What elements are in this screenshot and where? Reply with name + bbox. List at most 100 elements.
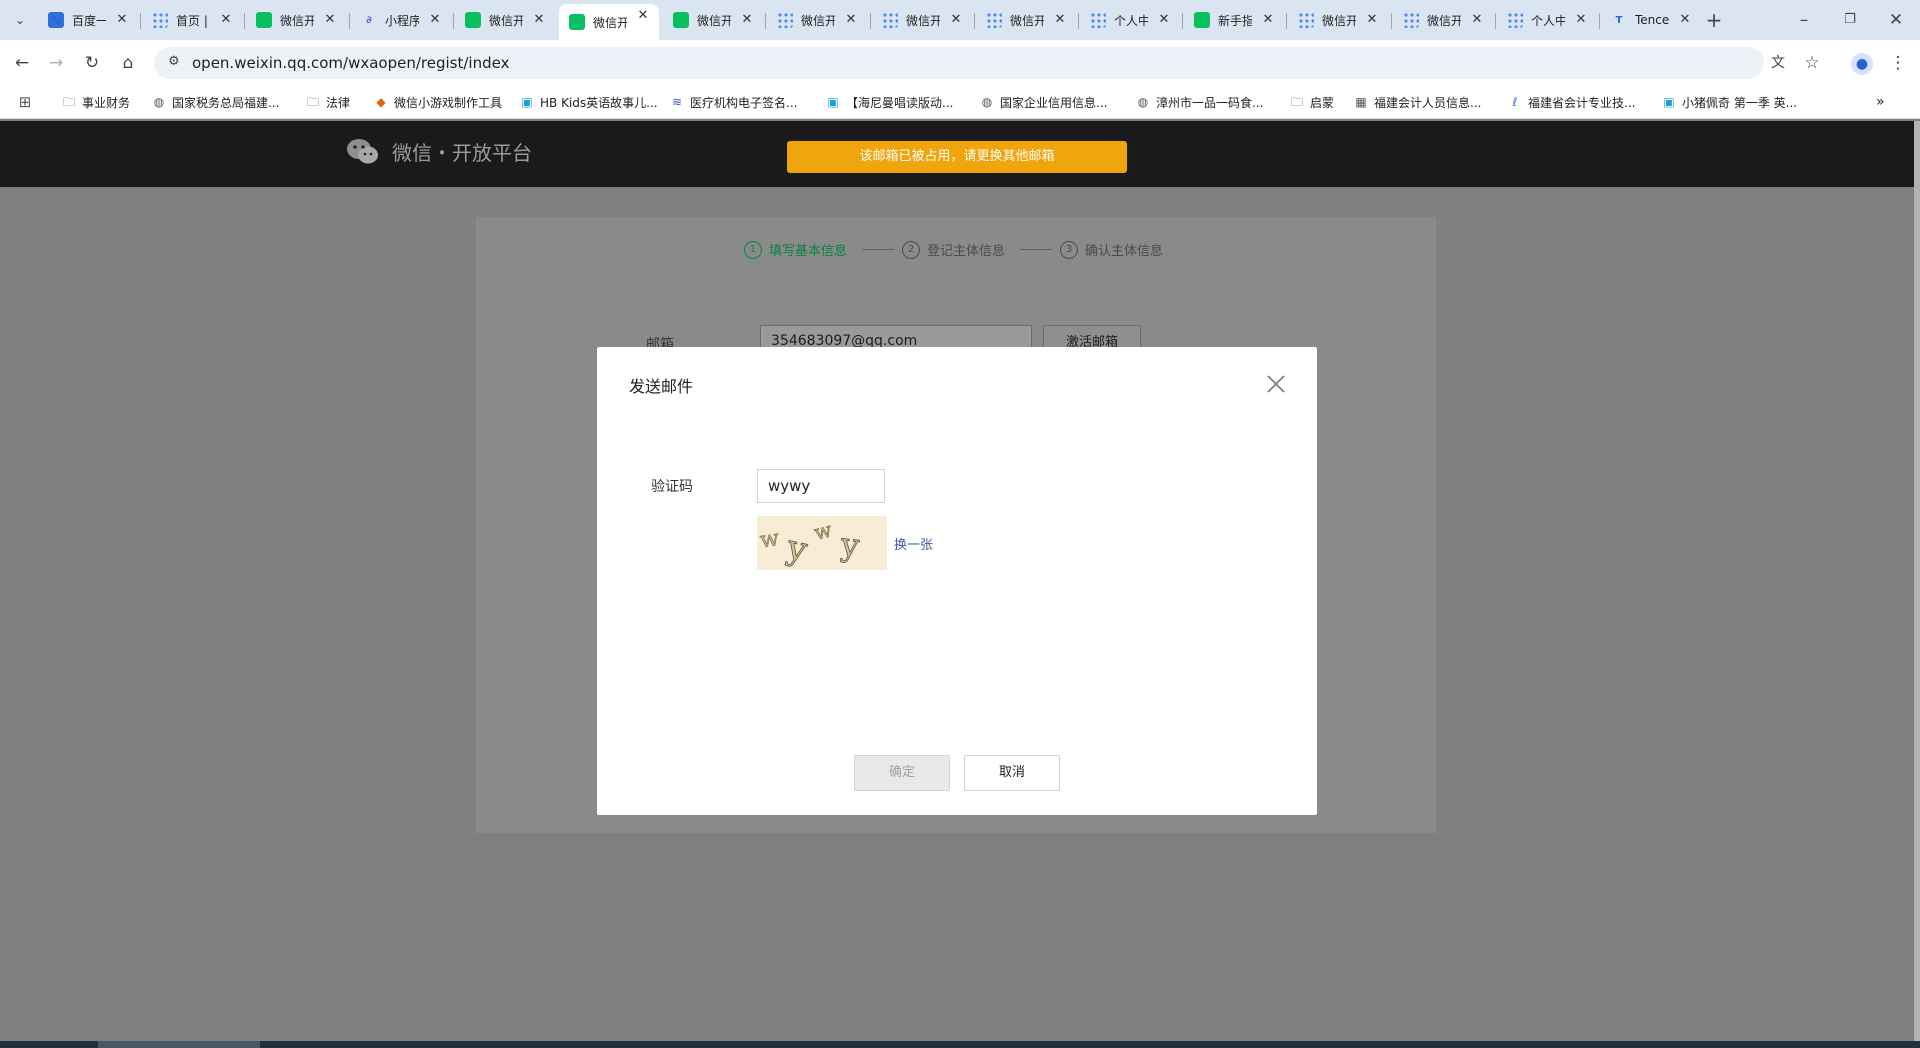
bookmark-item[interactable]: ▣ HB Kids英语故事儿... [520,92,658,112]
tab-separator [1078,13,1079,29]
tab-close-icon[interactable]: ✕ [739,12,755,28]
translate-icon[interactable]: 文 [1764,49,1792,77]
tab-close-icon[interactable]: ✕ [1260,12,1276,28]
new-tab-icon[interactable]: + [1700,6,1728,34]
bookmark-item[interactable]: 🗀 法律 [306,92,350,112]
tab-close-icon[interactable]: ✕ [1156,12,1172,28]
browser-tab[interactable]: 微信开 ✕ [1393,8,1493,32]
minimize-icon[interactable]: – [1790,6,1818,34]
tab-close-icon[interactable]: ✕ [218,12,234,28]
url-text[interactable]: open.weixin.qq.com/wxaopen/regist/index [192,54,509,72]
tab-separator [244,13,245,29]
bookmark-label: 福建会计人员信息... [1374,95,1482,110]
tab-close-icon[interactable]: ✕ [322,12,338,28]
browser-tab[interactable]: T Tence ✕ [1601,8,1701,32]
refresh-captcha-link[interactable]: 换一张 [894,534,933,553]
bookmark-label: HB Kids英语故事儿... [540,95,658,110]
tab-search-icon[interactable]: ⌄ [6,6,34,34]
wechat-icon [256,12,272,28]
tab-close-icon[interactable]: ✕ [1052,12,1068,28]
browser-tab[interactable]: 新手指 ✕ [1184,8,1284,32]
bookmark-item[interactable]: ◍ 国家税务总局福建... [152,92,280,112]
tab-separator [1286,13,1287,29]
wechat-open-platform-logo[interactable]: 微信・开放平台 [346,137,532,166]
confirm-button[interactable]: 确定 [854,755,950,791]
bookmark-item[interactable]: 🗀 启蒙 [1290,92,1334,112]
taskbar-active-item[interactable] [98,1041,260,1048]
wechat-icon [1194,12,1210,28]
error-toast: 该邮箱已被占用，请更换其他邮箱 [787,141,1127,173]
browser-tab[interactable]: 微信开 ✕ [767,8,867,32]
bookmark-item[interactable]: ▣ 小猪佩奇 第一季 英... [1662,92,1797,112]
svg-text:y: y [838,525,861,565]
captcha-image[interactable]: w y w y [757,516,887,570]
browser-tab[interactable]: ∂ 小程序 ✕ [351,8,451,32]
tencent-icon: T [1615,14,1623,26]
bilibili-icon: ▣ [827,95,839,109]
bookmark-item[interactable]: ◆ 微信小游戏制作工具 [374,92,502,112]
bookmark-star-icon[interactable]: ☆ [1798,49,1826,77]
bookmark-label: 医疗机构电子签名... [690,95,798,110]
bookmark-item[interactable]: ▣ 【海尼曼唱读版动... [826,92,953,112]
send-email-dialog [597,347,1317,815]
tab-title: 个人中 [1531,13,1565,28]
tab-strip: ⌄ 🐾 百度一 ✕ 首页 | ✕ 微信开 ✕ ∂ 小程序 ✕ 微信开 ✕ 微信开 ✕ 微信开 ✕ 微信开 ✕ 微信开… [0,0,1920,40]
browser-tab[interactable]: 微信开 ✕ [663,8,763,32]
browser-tab[interactable]: 个人中 ✕ [1080,8,1180,32]
bookmark-label: 福建省会计专业技... [1528,95,1636,110]
game-tool-icon: ◆ [376,95,386,109]
tab-close-icon[interactable]: ✕ [1364,12,1380,28]
tab-close-icon[interactable]: ✕ [114,12,130,28]
cancel-button[interactable]: 取消 [964,755,1060,791]
bookmark-item[interactable]: ◍ 国家企业信用信息... [980,92,1108,112]
browser-tab[interactable]: 微信开 ✕ [559,4,659,40]
browser-tab[interactable]: 微信开 ✕ [976,8,1076,32]
bookmark-item[interactable]: 🗀 事业财务 [62,92,130,112]
tab-close-icon[interactable]: ✕ [948,12,964,28]
page-scrollbar[interactable] [1914,121,1920,1041]
browser-tab[interactable]: 🐾 百度一 ✕ [38,8,138,32]
bookmark-item[interactable]: ▦ 福建会计人员信息... [1354,92,1481,112]
step-1-number: 1 [744,240,762,259]
bookmark-item[interactable]: ◍ 漳州市一品一码食... [1136,92,1264,112]
close-icon[interactable] [1262,370,1290,398]
tab-close-icon[interactable]: ✕ [1469,12,1485,28]
browser-tab[interactable]: 微信开 ✕ [246,8,346,32]
browser-tab[interactable]: 微信开 ✕ [455,8,555,32]
home-icon[interactable]: ⌂ [114,49,142,77]
window-close-icon[interactable]: ✕ [1882,6,1910,34]
logo-text: 微信・开放平台 [392,141,532,165]
tab-close-icon[interactable]: ✕ [1573,12,1589,28]
globe-icon: ◍ [1137,95,1149,109]
browser-tab[interactable]: 微信开 ✕ [1288,8,1388,32]
grid-app-icon [1090,12,1106,28]
step-3-number: 3 [1060,240,1078,259]
profile-avatar-icon[interactable]: ● [1848,49,1876,77]
back-icon[interactable]: ← [8,49,36,77]
tab-close-icon[interactable]: ✕ [843,12,859,28]
step-3-label: 确认主体信息 [1085,244,1164,259]
captcha-input[interactable] [757,469,885,503]
restore-icon[interactable]: ❐ [1836,6,1864,34]
tab-title: 微信开 [697,13,731,28]
folder-icon: 🗀 [306,95,319,109]
tab-close-icon[interactable]: ✕ [635,8,651,24]
browser-tab[interactable]: 微信开 ✕ [872,8,972,32]
tab-title: 小程序 [385,13,419,28]
tab-close-icon[interactable]: ✕ [427,12,443,28]
browser-tab[interactable]: 首页 | ✕ [142,8,242,32]
tab-title: 微信开 [1427,13,1461,28]
tab-title: 微信开 [593,15,627,30]
more-bookmarks-icon[interactable]: » [1876,92,1885,112]
bookmark-item[interactable]: ≋ 医疗机构电子签名... [670,92,797,112]
apps-grid-icon[interactable]: ⊞ [18,92,38,112]
bookmark-item[interactable]: ℓ 福建省会计专业技... [1508,92,1636,112]
forward-icon[interactable]: → [42,49,70,77]
browser-tab[interactable]: 个人中 ✕ [1497,8,1597,32]
tab-close-icon[interactable]: ✕ [1677,12,1693,28]
site-info-icon[interactable]: ⚙ [168,54,180,69]
bilibili-icon: ▣ [1663,95,1675,109]
reload-icon[interactable]: ↻ [78,49,106,77]
browser-menu-icon[interactable]: ⋮ [1884,49,1912,77]
tab-close-icon[interactable]: ✕ [531,12,547,28]
